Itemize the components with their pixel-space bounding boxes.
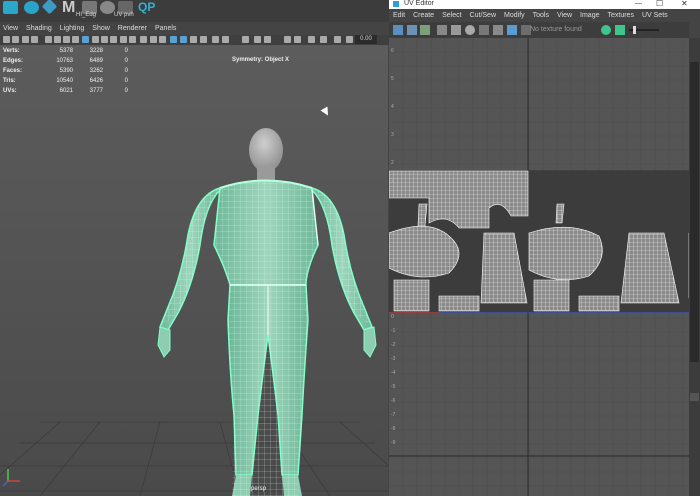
film-gate-icon[interactable] — [54, 36, 61, 43]
shadows-icon[interactable] — [129, 36, 136, 43]
uv-editor-title: UV Editor — [404, 0, 434, 7]
uv-display-icon[interactable] — [507, 25, 517, 35]
scrollbar[interactable] — [690, 62, 699, 362]
menu-textures[interactable]: Textures — [604, 12, 638, 19]
menu-renderer[interactable]: Renderer — [115, 25, 152, 32]
channel-icon[interactable] — [294, 36, 301, 43]
hud-row: Faces: 5390 3262 0 — [3, 68, 128, 74]
menu-modify[interactable]: Modify — [500, 12, 529, 19]
exposure-icon[interactable] — [308, 36, 315, 43]
hud-row: Edges: 10763 6489 0 — [3, 58, 128, 64]
viewport-menu: View Shading Lighting Show Renderer Pane… — [0, 22, 389, 35]
antialias-icon[interactable] — [159, 36, 166, 43]
shelf-item-label: HI_Edg — [76, 12, 97, 18]
menu-show[interactable]: Show — [89, 25, 115, 32]
close-icon[interactable]: ✕ — [681, 0, 688, 8]
menu-view[interactable]: View — [0, 25, 23, 32]
shelf-tool-icon[interactable] — [3, 1, 18, 14]
uv-color-icon[interactable] — [601, 25, 611, 35]
exposure-input[interactable]: 0.00 — [355, 35, 377, 44]
wireframe-icon[interactable] — [82, 36, 89, 43]
uv-exposure-icon[interactable] — [615, 25, 625, 35]
maximize-icon[interactable]: ☐ — [656, 0, 663, 8]
settings-icon[interactable] — [346, 36, 353, 43]
symmetry-label: Symmetry: Object X — [232, 57, 290, 63]
uv-canvas-svg — [389, 38, 700, 496]
uv-snapshot-icon[interactable] — [479, 25, 489, 35]
lights-icon[interactable] — [120, 36, 127, 43]
gate-mask-icon[interactable] — [72, 36, 79, 43]
uv-editor-menu: Edit Create Select Cut/Sew Modify Tools … — [389, 9, 700, 22]
texture-status: No texture found — [530, 26, 582, 33]
uv-shells — [389, 170, 700, 312]
uv-grid-icon[interactable] — [393, 25, 403, 35]
viewport-toolbar: 0.00 — [0, 35, 389, 45]
default-material-icon[interactable] — [101, 36, 108, 43]
sun-icon[interactable] — [200, 36, 207, 43]
uv-canvas[interactable]: 6 5 4 3 2 1 0 -1 -2 -3 -4 -5 -6 -7 -8 -9 — [389, 38, 700, 496]
dot-icon[interactable] — [242, 36, 249, 43]
hud-icon[interactable] — [212, 36, 219, 43]
gamma-icon[interactable] — [320, 36, 327, 43]
isolate-select-icon[interactable] — [222, 36, 229, 43]
menu-edit[interactable]: Edit — [389, 12, 409, 19]
hud-row: Tris: 10540 6426 0 — [3, 78, 128, 84]
motion-blur-icon[interactable] — [150, 36, 157, 43]
textured-icon[interactable] — [110, 36, 117, 43]
resolution-gate-icon[interactable] — [63, 36, 70, 43]
shelf-sphere-icon[interactable] — [100, 1, 115, 14]
uv-distortion-icon[interactable] — [451, 25, 461, 35]
shelf-item-label: UV pvh — [114, 12, 134, 18]
panel-toggle-icon[interactable] — [690, 393, 699, 401]
menu-shading[interactable]: Shading — [23, 25, 57, 32]
color-space-icon[interactable] — [334, 36, 341, 43]
hud-row: Verts: 5378 3228 0 — [3, 48, 128, 54]
shelf-bar: M HI_Edg UV pvh QP — [0, 0, 389, 22]
menu-tools[interactable]: Tools — [529, 12, 553, 19]
menu-uv-sets[interactable]: UV Sets — [638, 12, 672, 19]
uv-border-icon[interactable] — [437, 25, 447, 35]
ao-icon[interactable] — [140, 36, 147, 43]
shelf-m-icon[interactable]: M — [62, 0, 77, 16]
image-plane-icon[interactable] — [31, 36, 38, 43]
uv-pivot-icon[interactable] — [465, 25, 475, 35]
menu-select[interactable]: Select — [438, 12, 465, 19]
minimize-icon[interactable]: — — [635, 0, 642, 7]
menu-uv-view[interactable]: View — [553, 12, 576, 19]
xray-icon[interactable] — [170, 36, 177, 43]
uv-side-panel — [689, 38, 700, 496]
smooth-shade-icon[interactable] — [92, 36, 99, 43]
isolate-icon[interactable] — [190, 36, 197, 43]
menu-image[interactable]: Image — [576, 12, 603, 19]
menu-create[interactable]: Create — [409, 12, 438, 19]
uv-editor-titlebar: — ☐ ✕ — [389, 0, 700, 9]
rgb-icon[interactable] — [284, 36, 291, 43]
uv-shaded-icon[interactable] — [407, 25, 417, 35]
uv-checker-icon[interactable] — [420, 25, 430, 35]
poly-count-hud: Verts: 5378 3228 0 Edges: 10763 6489 0 F… — [3, 46, 128, 96]
grid-icon[interactable] — [45, 36, 52, 43]
xray-joints-icon[interactable] — [180, 36, 187, 43]
shelf-tool-icon[interactable] — [41, 0, 58, 15]
uv-gamma-slider-handle[interactable] — [633, 26, 636, 34]
hud-row: UVs: 6021 3777 0 — [3, 88, 128, 94]
camera-attr-icon[interactable] — [12, 36, 19, 43]
camera-icon[interactable] — [3, 36, 10, 43]
menu-lighting[interactable]: Lighting — [57, 25, 90, 32]
shelf-tool-icon[interactable] — [24, 1, 39, 14]
shelf-qp-icon[interactable]: QP — [138, 1, 155, 14]
sphere-icon[interactable] — [264, 36, 271, 43]
menu-panels[interactable]: Panels — [152, 25, 181, 32]
uv-ruler: 6 5 4 3 2 1 0 -1 -2 -3 -4 -5 -6 -7 -8 -9 — [391, 48, 396, 446]
uv-editor-app-icon — [393, 1, 399, 7]
camera-label: persp — [251, 486, 267, 492]
uv-image-icon[interactable] — [493, 25, 503, 35]
menu-cut-sew[interactable]: Cut/Sew — [466, 12, 500, 19]
color-icon[interactable] — [254, 36, 261, 43]
bookmark-icon[interactable] — [22, 36, 29, 43]
